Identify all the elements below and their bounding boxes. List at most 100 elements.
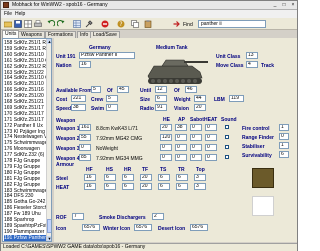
grid-icon[interactable] [24,20,32,28]
stabiliser-field[interactable]: 1 [279,142,289,149]
stop-icon[interactable] [101,20,109,28]
tab-weapons[interactable]: Weapons [18,31,46,38]
steel-armour-field[interactable]: 16 [84,174,96,181]
open-icon[interactable] [4,20,12,28]
weapon-sound-checkbox[interactable] [225,135,229,139]
unit-name-field[interactable]: Pzfsw Panther II [79,52,135,59]
available-from-year-field[interactable]: 45 [117,86,129,93]
weapon-he-field[interactable]: 0 [160,144,172,151]
tab-units[interactable]: Units [2,30,20,38]
minimize-icon[interactable]: _ [271,2,279,8]
survivability-field[interactable]: 6 [279,151,289,158]
weapon-sound-checkbox[interactable] [225,155,229,159]
smoke-field[interactable]: 2 [152,213,164,220]
cost-field[interactable]: 221 [71,95,86,102]
title-bar: Mobhack for WinWW2 - spob16 - Germany _ … [1,1,297,10]
rof-field[interactable]: 7 [72,213,84,220]
weapon-heat-field[interactable]: 0 [205,144,217,151]
main-window: Mobhack for WinWW2 - spob16 - Germany _ … [0,0,298,251]
steel-armour-field[interactable]: 6 [176,174,188,181]
maximize-icon[interactable]: □ [280,2,288,8]
unit-list[interactable]: 158 SdKfz.251/1 Rai 159 SdKfz.251/1 Ri 160… [2,38,52,242]
weapon-id-field[interactable]: 0 [79,144,91,151]
grid2-icon[interactable] [73,20,81,28]
copy-icon[interactable] [131,20,139,28]
radio-field[interactable]: 91 [155,104,167,111]
weapon-sabot-field[interactable]: 0 [190,154,202,161]
weapon-ap-field[interactable]: 0 [175,134,187,141]
winter-icon-field[interactable]: 6576 [134,224,152,231]
help-icon[interactable]: ? [117,20,125,28]
weapon-sabot-field[interactable]: 0 [190,144,202,151]
menu-help[interactable]: Help [15,11,25,17]
available-from-month-field[interactable]: 5 [91,86,101,93]
tool-icon[interactable] [85,20,93,28]
save-icon[interactable] [14,20,22,28]
weapon-ap-field[interactable]: 38 [175,124,187,131]
scroll-down-icon[interactable]: ▼ [47,236,51,241]
menu-file[interactable]: File [4,11,12,17]
weapon-he-field[interactable]: 20 [160,124,172,131]
weapon-name: 8.8cm KwK43 L/71 [96,126,138,132]
lbm-field[interactable]: 119 [229,95,244,102]
paste-icon[interactable] [144,20,152,28]
close-icon[interactable]: × [289,2,297,8]
class-name-label: Medium Tank [156,45,188,51]
weapon-sabot-field[interactable]: 0 [190,134,202,141]
weapon-he-field[interactable]: 0 [160,154,172,161]
steel-armour-field[interactable]: 6 [104,174,116,181]
weapon-he-field[interactable]: 120 [160,134,172,141]
weapon-ap-field[interactable]: 0 [175,144,187,151]
heat-armour-field[interactable]: 6 [104,183,116,190]
unit-class-field[interactable]: 13 [246,52,258,59]
undo-icon[interactable] [47,20,55,28]
unit-list-scrollbar[interactable]: ▲ ▼ [46,39,51,241]
swim-field[interactable]: 0 [106,104,118,111]
move-class-field[interactable]: 4 [246,61,258,68]
scroll-thumb[interactable] [47,219,51,233]
steel-armour-field[interactable]: 3 [194,174,206,181]
print-icon[interactable] [34,20,42,28]
speed-field[interactable]: 38 [71,104,86,111]
redo-icon[interactable] [57,20,65,28]
heat-armour-field[interactable]: 6 [158,183,170,190]
until-year-field[interactable]: 46 [185,86,197,93]
heat-armour-field[interactable]: 6 [176,183,188,190]
weapon-heat-field[interactable]: 0 [205,134,217,141]
steel-armour-field[interactable]: 6 [122,174,134,181]
desert-icon-field[interactable]: 6576 [190,224,208,231]
weight-label: Weight [174,97,191,103]
weapon-sound-checkbox[interactable] [225,125,229,129]
weapon-sound-checkbox[interactable] [225,145,229,149]
icon-field[interactable]: 6576 [82,224,100,231]
crew-field[interactable]: 5 [106,95,118,102]
weapon-ap-field[interactable]: 0 [175,154,187,161]
vision-field[interactable]: 20 [194,104,206,111]
desert-icon-label: Desert Icon [158,226,186,232]
tab-formations[interactable]: Formations [45,31,77,38]
weapon-id-field[interactable]: 161 [79,124,91,131]
weapon-heat-field[interactable]: 0 [205,154,217,161]
steel-armour-field[interactable]: 20 [140,174,152,181]
find-input[interactable]: panther ii [198,20,266,28]
nation-field[interactable]: 16 [79,61,91,68]
weapon-sabot-field[interactable]: 0 [190,124,202,131]
range-finder-field[interactable]: 0 [279,133,289,140]
tab-load-save[interactable]: Load/Save [90,31,120,38]
until-month-field[interactable]: 12 [155,86,167,93]
rof-label: ROF [56,215,67,221]
heat-armour-field[interactable]: 16 [84,183,96,190]
scroll-up-icon[interactable]: ▲ [47,39,51,44]
fire-control-field[interactable]: 1 [279,124,289,131]
steel-armour-field[interactable]: 6 [158,174,170,181]
size-field[interactable]: 6 [155,95,167,102]
heat-armour-field[interactable]: 20 [140,183,152,190]
heat-armour-field[interactable]: 6 [122,183,134,190]
heat-armour-field[interactable]: 3 [194,183,206,190]
weight-field[interactable]: 44 [194,95,206,102]
weapon-id-field[interactable]: 55 [79,134,91,141]
weapon-heat-field[interactable]: 0 [205,124,217,131]
weapon-id-field[interactable]: 85 [79,154,91,161]
find-icon[interactable] [173,20,181,28]
list-item[interactable]: 191 Pzfsw Panther II [4,234,46,241]
